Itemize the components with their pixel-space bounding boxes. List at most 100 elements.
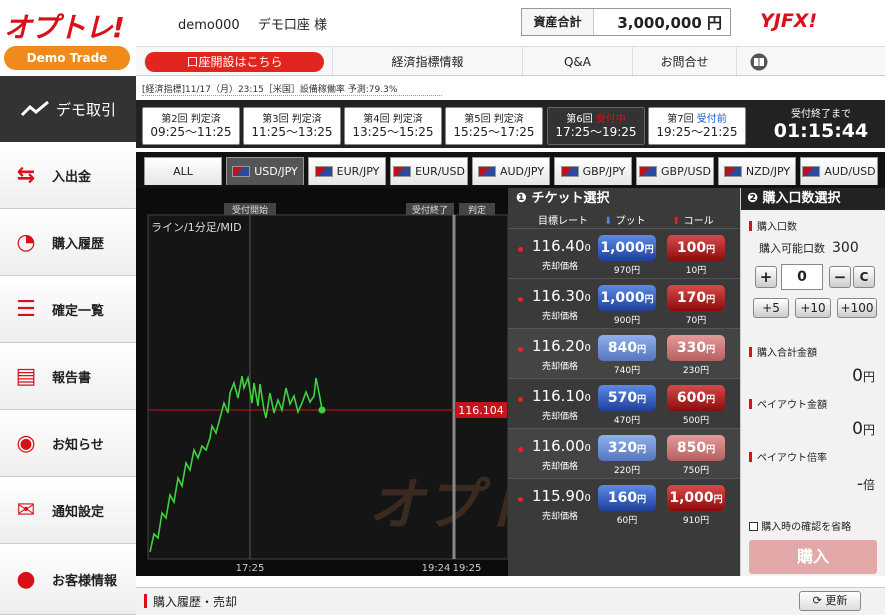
sidebar-item-notice[interactable]: ◉ お知らせ: [0, 410, 136, 477]
flag-icon: [723, 166, 742, 177]
put-sell-price: 470円: [613, 416, 641, 426]
round-7[interactable]: 第7回 受付前 19:25〜21:25: [648, 107, 746, 145]
call-button[interactable]: 170円: [667, 285, 725, 311]
sell-label: 売却価格: [542, 362, 579, 372]
brand-logo: YJFX!: [760, 10, 818, 32]
demo-trade-badge[interactable]: Demo Trade: [4, 46, 130, 70]
call-sell-price: 230円: [682, 366, 710, 376]
payout-label: ペイアウト金額: [749, 396, 827, 411]
round-2[interactable]: 第2回 判定済 09:25〜11:25: [142, 107, 240, 145]
call-sell-price: 910円: [682, 516, 710, 526]
tab-gbpjpy[interactable]: GBP/JPY: [554, 157, 632, 185]
call-button[interactable]: 600円: [667, 385, 725, 411]
sell-label: 売却価格: [542, 462, 579, 472]
call-button[interactable]: 850円: [667, 435, 725, 461]
add-10-button[interactable]: +10: [795, 298, 831, 318]
sidebar-item-report[interactable]: ▤ 報告書: [0, 343, 136, 410]
tab-audusd[interactable]: AUD/USD: [800, 157, 878, 185]
round-5[interactable]: 第5回 判定済 15:25〜17:25: [445, 107, 543, 145]
news-ticker[interactable]: [経済指標]11/17（月）23:15［米国］設備稼働率 予測:79.3%: [142, 82, 442, 96]
round-6[interactable]: 第6回 受付中 17:25〜19:25: [547, 107, 645, 145]
qty-clear-button[interactable]: C: [853, 266, 875, 288]
call-button[interactable]: 1,000円: [667, 485, 725, 511]
current-price-dot: [318, 406, 326, 414]
put-button[interactable]: 320円: [598, 435, 656, 461]
total-label: 購入合計金額: [749, 344, 817, 359]
target-rate: 116.200: [532, 337, 591, 355]
ratio-value: -倍: [856, 474, 875, 494]
put-button[interactable]: 570円: [598, 385, 656, 411]
add-100-button[interactable]: +100: [837, 298, 877, 318]
qty-input[interactable]: 0: [781, 264, 823, 290]
sidebar-item-customer[interactable]: ● お客様情報: [0, 544, 136, 615]
broadcast-icon: ◉: [16, 430, 36, 456]
trend-icon: [20, 100, 49, 117]
call-button[interactable]: 100円: [667, 235, 725, 261]
put-sell-price: 900円: [613, 316, 641, 326]
tab-usdjpy[interactable]: USD/JPY: [226, 157, 304, 185]
row-dot: [518, 497, 523, 502]
book-icon[interactable]: [736, 47, 780, 77]
sell-label: 売却価格: [542, 262, 579, 272]
user-id: demo000: [178, 18, 240, 33]
ticket-row: 116.200 売却価格 840円 330円 740円 230円: [508, 328, 740, 378]
ticket-row: 116.300 売却価格 1,000円 170円 900円 70円: [508, 278, 740, 328]
sidebar-item-deposit[interactable]: ⇆ 入出金: [0, 142, 136, 209]
tab-all[interactable]: ALL: [144, 157, 222, 185]
refresh-icon: ⟳: [812, 594, 822, 607]
sell-label: 売却価格: [542, 412, 579, 422]
target-rate: 116.000: [532, 437, 591, 455]
target-rate: 116.400: [532, 237, 591, 255]
sidebar-item-label: 通知設定: [52, 504, 105, 520]
sidebar-item-notification-settings[interactable]: ✉ 通知設定: [0, 477, 136, 544]
sidebar-item-settled[interactable]: ☰ 確定一覧: [0, 276, 136, 343]
round-3[interactable]: 第3回 判定済 11:25〜13:25: [243, 107, 341, 145]
target-rate: 115.900: [532, 487, 591, 505]
nav-economic-indicators[interactable]: 経済指標情報: [332, 47, 522, 77]
current-price-label: 116.104: [458, 404, 504, 417]
put-button[interactable]: 1,000円: [598, 285, 656, 311]
marker-end-label: 受付終了: [412, 204, 448, 216]
tab-eurusd[interactable]: EUR/USD: [390, 157, 468, 185]
round-4[interactable]: 第4回 判定済 13:25〜15:25: [344, 107, 442, 145]
sidebar-item-label: 報告書: [52, 370, 92, 386]
call-button[interactable]: 330円: [667, 335, 725, 361]
skip-confirm-checkbox[interactable]: [749, 522, 758, 531]
tab-gbpusd[interactable]: GBP/USD: [636, 157, 714, 185]
sidebar-item-label: お客様情報: [52, 573, 118, 589]
nav-contact[interactable]: お問合せ: [632, 47, 736, 77]
qty-minus-button[interactable]: −: [829, 266, 851, 288]
chart-svg: オプトレ! 受付開始 受付終了 判定 ライン/1分足/MID 116.104 1…: [147, 203, 508, 574]
put-button[interactable]: 1,000円: [598, 235, 656, 261]
price-chart[interactable]: オプトレ! 受付開始 受付終了 判定 ライン/1分足/MID 116.104 1…: [136, 188, 508, 576]
marker-start-label: 受付開始: [232, 204, 268, 216]
user-icon: ●: [16, 566, 36, 592]
purchase-header: ❷ 購入口数選択: [741, 188, 885, 210]
buy-button[interactable]: 購入: [749, 540, 877, 574]
sidebar-title: デモ取引: [55, 100, 116, 119]
put-button[interactable]: 160円: [598, 485, 656, 511]
flag-icon: [639, 166, 658, 177]
sidebar-header: デモ取引: [0, 76, 136, 142]
x-tick-1725: 17:25: [236, 563, 265, 574]
put-sell-price: 220円: [613, 466, 641, 476]
sidebar-item-label: 購入履歴: [52, 236, 105, 252]
qty-plus-button[interactable]: +: [755, 266, 777, 288]
open-account-button[interactable]: 口座開設はこちら: [144, 52, 324, 72]
call-sell-price: 500円: [682, 416, 710, 426]
ticket-row: 115.900 売却価格 160円 1,000円 60円 910円: [508, 478, 740, 528]
sidebar-item-label: 入出金: [52, 169, 92, 185]
skip-confirm-option[interactable]: 購入時の確認を省略: [749, 518, 851, 533]
row-dot: [518, 297, 523, 302]
flag-icon: [314, 166, 333, 177]
sidebar-item-history[interactable]: ◔ 購入履歴: [0, 209, 136, 276]
tab-eurjpy[interactable]: EUR/JPY: [308, 157, 386, 185]
nav-faq[interactable]: Q&A: [522, 47, 632, 77]
sidebar-item-label: 確定一覧: [52, 303, 105, 319]
tab-nzdjpy[interactable]: NZD/JPY: [718, 157, 796, 185]
add-5-button[interactable]: +5: [753, 298, 789, 318]
refresh-button[interactable]: ⟳ 更新: [799, 591, 861, 611]
put-button[interactable]: 840円: [598, 335, 656, 361]
tab-audjpy[interactable]: AUD/JPY: [472, 157, 550, 185]
asset-value: 3,000,000 円: [617, 13, 722, 32]
